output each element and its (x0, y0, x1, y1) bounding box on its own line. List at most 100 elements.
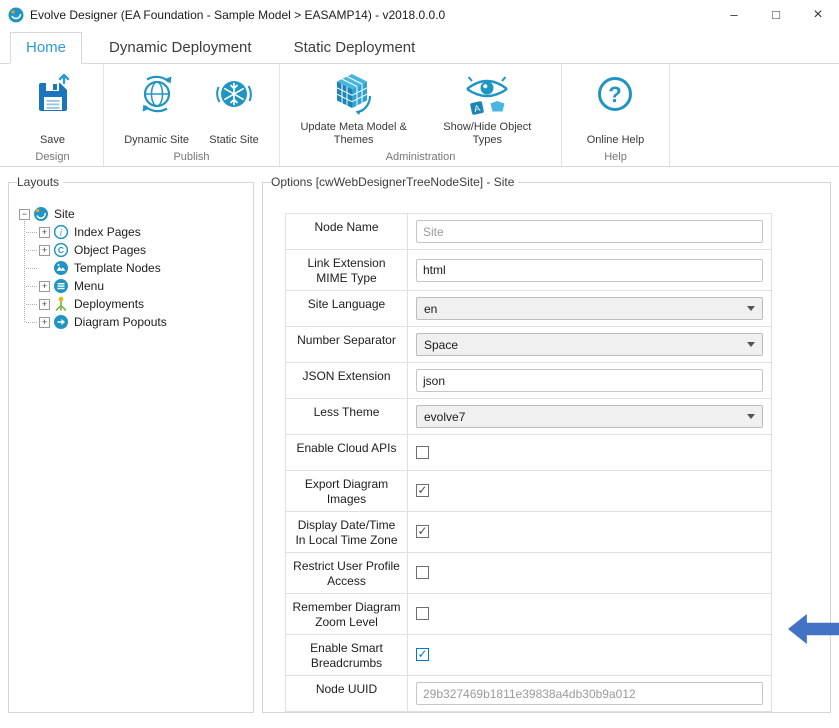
ribbon-group-name: Design (6, 149, 99, 166)
minimize-button[interactable]: – (713, 0, 755, 30)
remember-diagram-zoom-level-checkbox[interactable] (416, 607, 429, 620)
field-label: Display Date/Time In Local Time Zone (286, 512, 408, 553)
online-help-button[interactable]: ? Online Help (583, 67, 648, 149)
ribbon-button-label: Dynamic Site (124, 134, 189, 148)
popout-icon (53, 314, 69, 330)
ribbon-button-label: Online Help (587, 134, 644, 148)
expand-icon[interactable]: + (39, 227, 50, 238)
main-content: Layouts −Site+iIndex Pages+CObject Pages… (0, 167, 839, 713)
tab-home[interactable]: Home (10, 32, 82, 64)
expand-icon[interactable]: + (39, 281, 50, 292)
number-separator-select[interactable]: Space (416, 333, 763, 356)
save-button[interactable]: Save (26, 67, 80, 149)
form-row-remember-diagram-zoom-level: Remember Diagram Zoom Level (286, 594, 772, 635)
eye-icon: A (459, 68, 515, 120)
close-button[interactable]: × (797, 0, 839, 30)
form-row-export-diagram-images: Export Diagram Images (286, 471, 772, 512)
tree-item-label: Object Pages (74, 243, 146, 257)
enable-cloud-apis-checkbox[interactable] (416, 446, 429, 459)
info-icon: i (53, 224, 69, 240)
tree-item-label: Deployments (74, 297, 144, 311)
tree-item-menu[interactable]: + Menu (39, 277, 245, 295)
restrict-user-profile-access-checkbox[interactable] (416, 566, 429, 579)
form-row-number-separator: Number Separator Space (286, 327, 772, 363)
node-name-input (416, 220, 763, 243)
ribbon-group-name: Help (566, 149, 665, 166)
window-title: Evolve Designer (EA Foundation - Sample … (30, 8, 445, 22)
chevron-down-icon (747, 414, 755, 419)
field-label: Node UUID (286, 676, 408, 712)
field-control-cell (408, 553, 772, 594)
chevron-down-icon (747, 342, 755, 347)
selected-value: en (424, 302, 437, 316)
ribbon: SaveDesign Dynamic Site Static SitePubli… (0, 64, 839, 167)
form-row-enable-cloud-apis: Enable Cloud APIs (286, 435, 772, 471)
field-control-cell: en (408, 291, 772, 327)
field-control-cell (408, 676, 772, 712)
tree-item-site[interactable]: − Site (19, 205, 245, 223)
ribbon-group-design: SaveDesign (2, 64, 104, 166)
field-control-cell: evolve7 (408, 399, 772, 435)
save-icon (30, 68, 76, 120)
update-meta-model-themes-button[interactable]: Update Meta Model & Themes (290, 67, 418, 149)
tree-item-deployments[interactable]: + Deployments (39, 295, 245, 313)
form-row-link-extension-mime-type: Link Extension MIME Type (286, 250, 772, 291)
show-hide-object-types-button[interactable]: A Show/Hide Object Types (423, 67, 551, 149)
field-control-cell (408, 250, 772, 291)
template-icon (53, 260, 69, 276)
form-row-enable-smart-breadcrumbs: Enable Smart Breadcrumbs (286, 635, 772, 676)
tree-item-object-pages[interactable]: +C Object Pages (39, 241, 245, 259)
display-date-time-in-local-time-zone-checkbox[interactable] (416, 525, 429, 538)
chevron-down-icon (747, 306, 755, 311)
field-label: Number Separator (286, 327, 408, 363)
tab-dynamic-deployment[interactable]: Dynamic Deployment (94, 33, 267, 63)
collapse-icon[interactable]: − (19, 209, 30, 220)
tree-item-index-pages[interactable]: +i Index Pages (39, 223, 245, 241)
field-label: Enable Cloud APIs (286, 435, 408, 471)
field-label: Site Language (286, 291, 408, 327)
ribbon-group-publish: Dynamic Site Static SitePublish (104, 64, 280, 166)
static-site-button[interactable]: Static Site (205, 67, 263, 149)
link-extension-mime-type-input[interactable] (416, 259, 763, 282)
ribbon-group-name: Publish (108, 149, 275, 166)
tab-static-deployment[interactable]: Static Deployment (279, 33, 431, 63)
options-panel-title: Options [cwWebDesignerTreeNodeSite] - Si… (271, 175, 518, 189)
field-label: JSON Extension (286, 363, 408, 399)
tree-item-diagram-popouts[interactable]: + Diagram Popouts (39, 313, 245, 331)
expand-icon[interactable]: + (39, 245, 50, 256)
tree-item-label: Menu (74, 279, 104, 293)
site-language-select[interactable]: en (416, 297, 763, 320)
field-control-cell (408, 363, 772, 399)
help-icon: ? (592, 68, 638, 120)
field-label: Less Theme (286, 399, 408, 435)
snowflake-icon (211, 68, 257, 120)
object-icon: C (53, 242, 69, 258)
json-extension-input[interactable] (416, 369, 763, 392)
less-theme-select[interactable]: evolve7 (416, 405, 763, 428)
options-panel: Options [cwWebDesignerTreeNodeSite] - Si… (262, 175, 831, 713)
field-control-cell (408, 214, 772, 250)
tree-item-label: Index Pages (74, 225, 141, 239)
maximize-button[interactable]: □ (755, 0, 797, 30)
ribbon-button-label: Static Site (209, 134, 259, 148)
enable-smart-breadcrumbs-checkbox[interactable] (416, 648, 429, 661)
tree-item-label: Site (54, 207, 75, 221)
field-label: Node Name (286, 214, 408, 250)
form-row-display-date-time-in-local-time-zone: Display Date/Time In Local Time Zone (286, 512, 772, 553)
selected-value: evolve7 (424, 410, 465, 424)
form-row-less-theme: Less Theme evolve7 (286, 399, 772, 435)
site-icon (33, 206, 49, 222)
layouts-panel-title: Layouts (17, 175, 63, 189)
expand-icon[interactable]: + (39, 299, 50, 310)
field-control-cell (408, 471, 772, 512)
tree-item-template-nodes[interactable]: Template Nodes (39, 259, 245, 277)
tree-item-label: Diagram Popouts (74, 315, 167, 329)
field-control-cell (408, 435, 772, 471)
field-label: Restrict User Profile Access (286, 553, 408, 594)
export-diagram-images-checkbox[interactable] (416, 484, 429, 497)
ribbon-button-label: Update Meta Model & Themes (294, 121, 414, 149)
dynamic-site-button[interactable]: Dynamic Site (120, 67, 193, 149)
form-row-node-uuid: Node UUID (286, 676, 772, 712)
expand-icon[interactable]: + (39, 317, 50, 328)
layouts-panel: Layouts −Site+iIndex Pages+CObject Pages… (8, 175, 254, 713)
